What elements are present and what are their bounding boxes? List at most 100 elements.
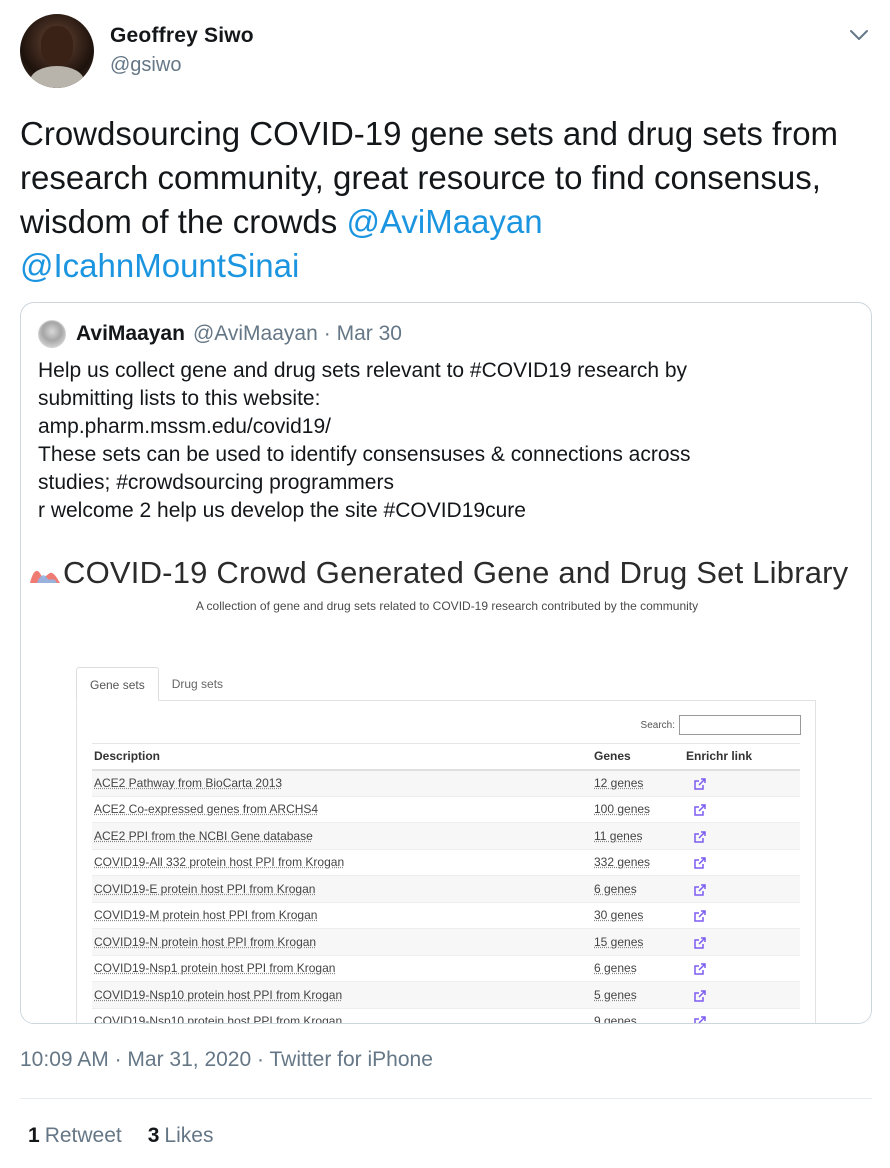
- table-row: COVID19-Nsp1 protein host PPI from Kroga…: [92, 955, 800, 982]
- cell-enrichr: [684, 981, 800, 1009]
- tweet-source[interactable]: Twitter for iPhone: [269, 1048, 432, 1071]
- gene-count-link[interactable]: 12 genes: [594, 776, 643, 790]
- cell-enrichr: [684, 769, 800, 797]
- set-tabs: Gene sets Drug sets: [76, 667, 236, 701]
- external-link-icon[interactable]: [694, 1016, 706, 1024]
- gene-set-link[interactable]: COVID19-Nsp10 protein host PPI from Krog…: [94, 988, 342, 1002]
- external-link-icon[interactable]: [694, 830, 706, 843]
- gene-set-link[interactable]: COVID19-M protein host PPI from Krogan: [94, 908, 317, 922]
- site-title: COVID-19 Crowd Generated Gene and Drug S…: [63, 555, 849, 590]
- tweet-stats: 1 Retweet 3 Likes: [28, 1124, 213, 1148]
- cell-genes: 30 genes: [592, 902, 684, 929]
- table-row: COVID19-M protein host PPI from Krogan 30…: [92, 902, 800, 929]
- tweet-meta: 10:09 AM · Mar 31, 2020 · Twitter for iP…: [20, 1048, 433, 1072]
- quoted-line: amp.pharm.mssm.edu/covid19/: [38, 415, 331, 438]
- gene-count-link[interactable]: 9 genes: [594, 1014, 637, 1023]
- cell-genes: 12 genes: [592, 769, 684, 797]
- cell-description: ACE2 PPI from the NCBI Gene database: [92, 822, 592, 850]
- column-header-genes[interactable]: Genes: [592, 743, 684, 771]
- tweet-date[interactable]: Mar 31, 2020: [127, 1048, 251, 1071]
- quoted-line: r welcome 2 help us develop the site #CO…: [38, 499, 526, 522]
- tweet-author: Geoffrey Siwo @gsiwo: [20, 14, 870, 90]
- cell-description: ACE2 Co-expressed genes from ARCHS4: [92, 796, 592, 823]
- gene-set-link[interactable]: COVID19-Nsp1 protein host PPI from Kroga…: [94, 961, 335, 975]
- meta-separator: ·: [257, 1048, 265, 1071]
- quoted-line: studies; #crowdsourcing programmers: [38, 471, 394, 494]
- gene-set-link[interactable]: ACE2 Pathway from BioCarta 2013: [94, 776, 282, 790]
- quoted-author-avatar: [38, 320, 66, 348]
- gene-count-link[interactable]: 15 genes: [594, 935, 643, 949]
- column-header-description[interactable]: Description: [92, 743, 592, 771]
- cell-description: COVID19-Nsp1 protein host PPI from Kroga…: [92, 955, 592, 982]
- search-label: Search:: [640, 719, 675, 731]
- table-row: ACE2 PPI from the NCBI Gene database 11 g…: [92, 822, 800, 850]
- search-input[interactable]: [679, 715, 801, 735]
- table-row: ACE2 Co-expressed genes from ARCHS4 100 g…: [92, 796, 800, 823]
- gene-count-link[interactable]: 6 genes: [594, 882, 637, 896]
- gene-count-link[interactable]: 100 genes: [594, 802, 650, 816]
- gene-set-link[interactable]: COVID19-Nsp10 protein host PPI from Krog…: [94, 1014, 342, 1023]
- external-link-icon[interactable]: [694, 804, 706, 816]
- table-row: COVID19-Nsp10 protein host PPI from Krog…: [92, 981, 800, 1009]
- table-row: COVID19-All 332 protein host PPI from Kr…: [92, 849, 800, 876]
- cell-enrichr: [684, 955, 800, 982]
- quoted-tweet-date: · Mar 30: [323, 322, 402, 345]
- external-link-icon[interactable]: [694, 778, 706, 790]
- quoted-media-image[interactable]: COVID-19 Crowd Generated Gene and Drug S…: [21, 543, 871, 1024]
- external-link-icon[interactable]: [694, 989, 706, 1002]
- quoted-line: Help us collect gene and drug sets relev…: [38, 359, 688, 382]
- cell-genes: 15 genes: [592, 928, 684, 956]
- quoted-tweet-text: Help us collect gene and drug sets relev…: [38, 357, 838, 525]
- cell-description: COVID19-M protein host PPI from Krogan: [92, 902, 592, 929]
- avatar-face: [41, 26, 73, 66]
- column-header-enrichr[interactable]: Enrichr link: [684, 743, 800, 771]
- table-row: COVID19-E protein host PPI from Krogan 6 …: [92, 875, 800, 903]
- retweets-stat[interactable]: 1 Retweet: [28, 1124, 122, 1148]
- author-avatar[interactable]: [20, 14, 94, 88]
- gene-set-link[interactable]: COVID19-E protein host PPI from Krogan: [94, 882, 315, 896]
- gene-set-link[interactable]: ACE2 Co-expressed genes from ARCHS4: [94, 802, 318, 816]
- covid-library-logo: [30, 570, 60, 583]
- gene-count-link[interactable]: 6 genes: [594, 961, 637, 975]
- gene-count-link[interactable]: 5 genes: [594, 988, 637, 1002]
- author-name[interactable]: Geoffrey Siwo: [110, 24, 254, 48]
- cell-enrichr: [684, 875, 800, 903]
- tab-gene-sets[interactable]: Gene sets: [76, 667, 159, 701]
- mention-icahnmountsinai[interactable]: @IcahnMountSinai: [20, 247, 299, 284]
- external-link-icon[interactable]: [694, 857, 706, 869]
- cell-genes: 5 genes: [592, 981, 684, 1009]
- search-row: Search:: [641, 715, 801, 735]
- meta-separator: ·: [114, 1048, 122, 1071]
- retweets-count: 1: [28, 1124, 40, 1147]
- quoted-author-name: AviMaayan: [76, 322, 185, 345]
- cell-enrichr: [684, 822, 800, 850]
- cell-enrichr: [684, 796, 800, 823]
- gene-count-link[interactable]: 30 genes: [594, 908, 643, 922]
- gene-count-link[interactable]: 11 genes: [594, 829, 643, 843]
- gene-set-link[interactable]: ACE2 PPI from the NCBI Gene database: [94, 829, 313, 843]
- mention-avimaayan[interactable]: @AviMaayan: [346, 203, 542, 240]
- external-link-icon[interactable]: [694, 936, 706, 949]
- tweet-text: Crowdsourcing COVID-19 gene sets and dru…: [20, 112, 870, 288]
- tweet-time[interactable]: 10:09 AM: [20, 1048, 109, 1071]
- cell-enrichr: [684, 849, 800, 876]
- likes-label: Likes: [164, 1124, 214, 1147]
- external-link-icon[interactable]: [694, 910, 706, 922]
- external-link-icon[interactable]: [694, 963, 706, 975]
- cell-description: COVID19-All 332 protein host PPI from Kr…: [92, 849, 592, 876]
- table-header-row: Description Genes Enrichr link: [92, 743, 800, 771]
- chevron-down-icon[interactable]: [848, 24, 870, 46]
- author-handle[interactable]: @gsiwo: [110, 54, 181, 77]
- likes-stat[interactable]: 3 Likes: [148, 1124, 214, 1148]
- tab-drug-sets[interactable]: Drug sets: [159, 667, 236, 701]
- external-link-icon[interactable]: [694, 883, 706, 896]
- cell-genes: 332 genes: [592, 849, 684, 876]
- gene-set-link[interactable]: COVID19-N protein host PPI from Krogan: [94, 935, 316, 949]
- cell-genes: 6 genes: [592, 875, 684, 903]
- quoted-author-handle: @AviMaayan: [192, 322, 318, 345]
- gene-count-link[interactable]: 332 genes: [594, 855, 650, 869]
- quoted-tweet[interactable]: AviMaayan @AviMaayan · Mar 30 Help us co…: [20, 302, 872, 1024]
- cell-genes: 6 genes: [592, 955, 684, 982]
- gene-set-link[interactable]: COVID19-All 332 protein host PPI from Kr…: [94, 855, 344, 869]
- cell-enrichr: [684, 928, 800, 956]
